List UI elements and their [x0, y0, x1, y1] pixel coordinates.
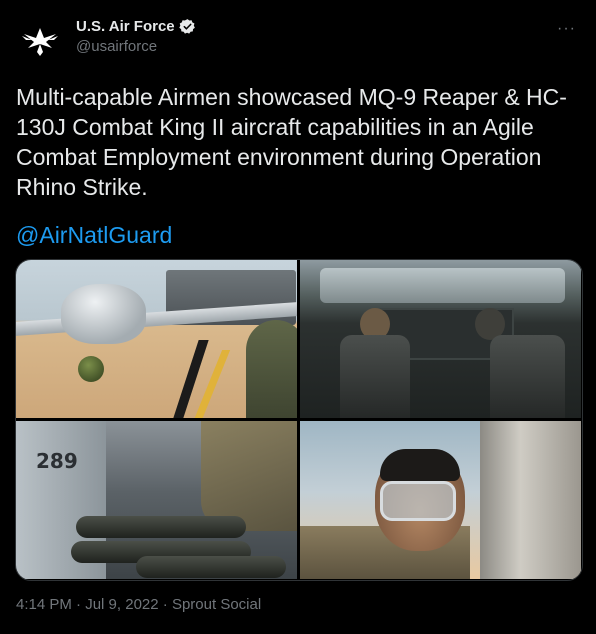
tweet-card: U.S. Air Force @usairforce ··· Multi-cap…: [0, 0, 596, 634]
photo-arm: [201, 421, 297, 531]
photo-seat-left: [340, 335, 410, 418]
photo-munitions[interactable]: 289: [16, 421, 297, 579]
mention-link[interactable]: @AirNatlGuard: [16, 220, 172, 250]
air-force-wings-icon: [22, 28, 58, 56]
photo-seat-right: [490, 335, 565, 418]
handle[interactable]: @usairforce: [76, 38, 196, 55]
photo-goggles: [380, 481, 456, 521]
photo-tail-number: 289: [36, 449, 78, 473]
more-options-icon[interactable]: ···: [557, 20, 576, 38]
tweet-date[interactable]: Jul 9, 2022: [85, 596, 158, 613]
tweet-footer: 4:14 PM · Jul 9, 2022 · Sprout Social: [16, 596, 261, 613]
separator: ·: [162, 596, 168, 613]
photo-fuselage: [61, 284, 146, 344]
account-names: U.S. Air Force @usairforce: [76, 18, 196, 55]
separator: ·: [76, 596, 82, 613]
tweet-text: Multi-capable Airmen showcased MQ-9 Reap…: [16, 84, 567, 200]
verified-badge-icon: [178, 19, 195, 34]
display-name[interactable]: U.S. Air Force: [76, 18, 175, 35]
photo-landing-gear: [480, 421, 581, 579]
photo-missile: [76, 516, 246, 538]
photo-airman-goggles[interactable]: [300, 421, 581, 579]
avatar[interactable]: [16, 18, 64, 66]
photo-sensor-ball: [78, 356, 104, 382]
tweet-header: U.S. Air Force @usairforce ···: [16, 14, 580, 66]
tweet-time[interactable]: 4:14 PM: [16, 596, 72, 613]
tweet-source[interactable]: Sprout Social: [172, 596, 261, 613]
photo-soldier: [246, 320, 297, 418]
photo-cockpit[interactable]: [300, 260, 581, 418]
media-grid: 289: [15, 259, 583, 581]
photo-missile: [136, 556, 286, 578]
photo-hair: [380, 449, 460, 481]
photo-cockpit-windows: [320, 268, 565, 303]
photo-mq9-reaper[interactable]: [16, 260, 297, 418]
